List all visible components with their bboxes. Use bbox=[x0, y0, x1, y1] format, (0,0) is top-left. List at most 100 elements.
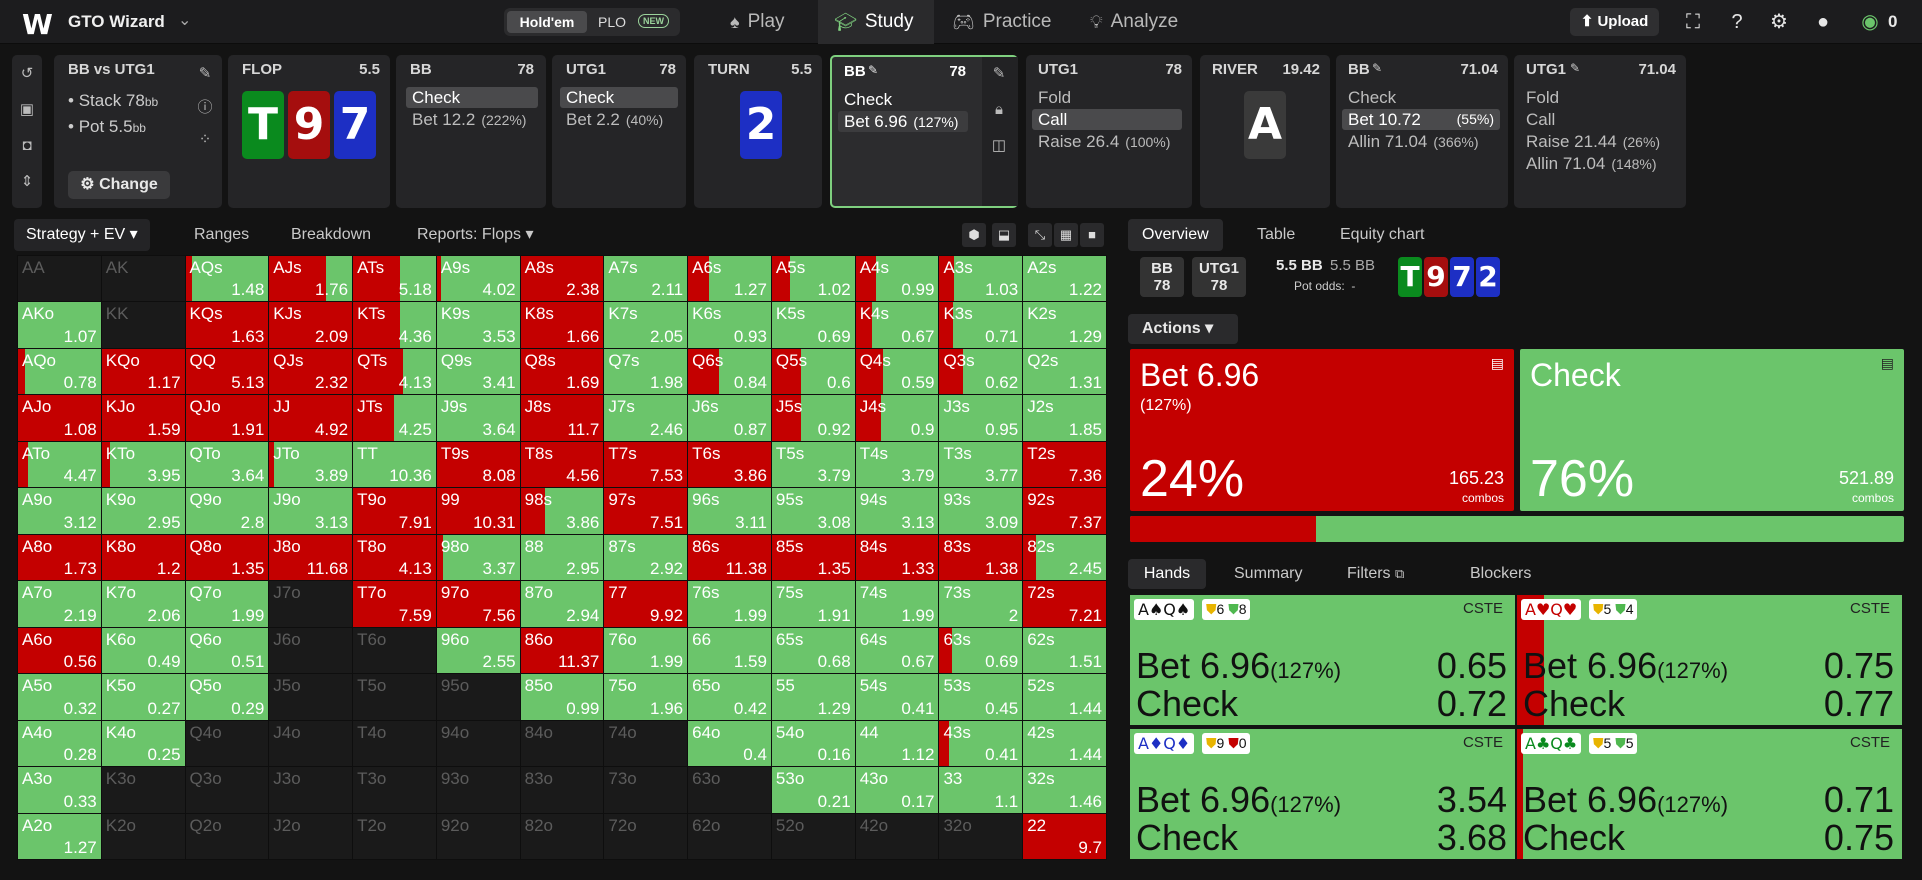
action-check[interactable]: Check bbox=[1342, 87, 1500, 108]
action-bet[interactable]: Bet 6.96 (127%) bbox=[838, 111, 968, 132]
hand-cell[interactable]: K5o 0.27 bbox=[100, 673, 186, 721]
nav-analyze[interactable]: 💡︎ Analyze bbox=[1090, 0, 1220, 44]
hand-cell[interactable]: 92s 7.37 bbox=[1022, 487, 1107, 535]
hand-cell[interactable]: A6o 0.56 bbox=[17, 626, 102, 675]
hand-cell[interactable]: 72s 7.21 bbox=[1022, 580, 1107, 628]
change-button[interactable]: ⚙ Change bbox=[68, 171, 170, 199]
hand-cell[interactable]: 96s 3.11 bbox=[687, 487, 772, 535]
hand-cell[interactable]: Q4o bbox=[184, 719, 270, 768]
hand-cell[interactable]: K3o bbox=[100, 766, 186, 814]
hand-cell[interactable]: J6s 0.87 bbox=[687, 394, 772, 442]
plo-toggle[interactable]: PLO bbox=[598, 11, 626, 33]
tree-node-river[interactable]: RIVER 19.42 A bbox=[1200, 55, 1330, 208]
hand-cell[interactable]: J4o bbox=[268, 719, 354, 768]
action-card-check[interactable]: Check 76% 521.89 combos ▤ bbox=[1520, 349, 1904, 511]
tab-reports[interactable]: Reports: Flops ▾ bbox=[417, 219, 534, 251]
hand-cell[interactable]: J7o bbox=[268, 580, 354, 628]
hand-cell[interactable]: Q9o 2.8 bbox=[184, 487, 270, 535]
hand-cell[interactable]: 32s 1.46 bbox=[1022, 766, 1107, 814]
action-check[interactable]: Check bbox=[838, 89, 968, 110]
hand-cell[interactable]: 95s 3.08 bbox=[770, 487, 856, 535]
hand-cell[interactable]: A8o 1.73 bbox=[17, 533, 102, 582]
hand-cell[interactable]: 33 1.1 bbox=[938, 766, 1024, 814]
hand-cell[interactable]: K7o 2.06 bbox=[100, 580, 186, 628]
hand-cell[interactable]: AJs 1.76 bbox=[268, 254, 354, 303]
action-bet[interactable]: Bet 10.72 (55%) bbox=[1342, 109, 1500, 130]
action-raise[interactable]: Raise 21.44 (26%) bbox=[1520, 131, 1678, 152]
tab-equity-chart[interactable]: Equity chart bbox=[1340, 219, 1424, 251]
hand-cell[interactable]: J9s 3.64 bbox=[435, 394, 521, 442]
tab-table[interactable]: Table bbox=[1257, 219, 1295, 251]
chevron-down-icon[interactable]: ⌄ bbox=[178, 10, 191, 30]
hand-cell[interactable]: ATo 4.47 bbox=[17, 440, 102, 489]
hand-cell[interactable]: 43s 0.41 bbox=[938, 719, 1024, 768]
hand-cell[interactable]: 77 9.92 bbox=[603, 580, 689, 628]
hand-cell[interactable]: KJo 1.59 bbox=[100, 394, 186, 442]
action-fold[interactable]: Fold bbox=[1520, 87, 1678, 108]
nav-study[interactable]: 🎓︎ Study bbox=[818, 0, 934, 44]
hand-cell[interactable]: AQs 1.48 bbox=[184, 254, 270, 303]
hand-combo-card[interactable]: A♣Q♣ ⛊5 ⛊5 CSTE Bet 6.96(127%) 0.71 Check 0.75 bbox=[1517, 729, 1902, 859]
hand-cell[interactable]: 63s 0.69 bbox=[938, 626, 1024, 675]
view-3d-icon[interactable]: ⬢ bbox=[962, 223, 986, 247]
tab-blockers[interactable]: Blockers bbox=[1470, 559, 1531, 589]
hand-cell[interactable]: T4o bbox=[352, 719, 437, 768]
action-raise[interactable]: Raise 26.4 (100%) bbox=[1032, 131, 1182, 152]
hand-cell[interactable]: Q3o bbox=[184, 766, 270, 814]
hand-cell[interactable]: A4o 0.28 bbox=[17, 719, 102, 768]
hand-cell[interactable]: TT 10.36 bbox=[352, 440, 437, 489]
hand-cell[interactable]: Q2o bbox=[184, 812, 270, 860]
hand-cell[interactable]: A7s 2.11 bbox=[603, 254, 689, 303]
action-bet[interactable]: Bet 2.2 (40%) bbox=[560, 109, 678, 130]
hand-cell[interactable]: A4s 0.99 bbox=[854, 254, 940, 303]
hand-cell[interactable]: 93s 3.09 bbox=[938, 487, 1024, 535]
hand-cell[interactable]: K2o bbox=[100, 812, 186, 860]
hand-cell[interactable]: K4s 0.67 bbox=[854, 301, 940, 349]
hand-cell[interactable]: Q2s 1.31 bbox=[1022, 347, 1107, 396]
hand-cell[interactable]: 42o bbox=[854, 812, 940, 860]
hand-cell[interactable]: T4s 3.79 bbox=[854, 440, 940, 489]
hand-cell[interactable]: J9o 3.13 bbox=[268, 487, 354, 535]
hand-cell[interactable]: 42s 1.44 bbox=[1022, 719, 1107, 768]
hand-cell[interactable]: 22 9.7 bbox=[1022, 812, 1107, 860]
hand-cell[interactable]: T9o 7.91 bbox=[352, 487, 437, 535]
gamepad-icon[interactable]: ◘ bbox=[16, 135, 38, 157]
hand-cell[interactable]: Q8o 1.35 bbox=[184, 533, 270, 582]
info-icon[interactable]: ⓘ bbox=[194, 97, 216, 119]
gear-icon[interactable]: ⚙ bbox=[1766, 9, 1792, 35]
hand-cell[interactable]: K5s 0.69 bbox=[770, 301, 856, 349]
hand-cell[interactable]: 84s 1.33 bbox=[854, 533, 940, 582]
hand-cell[interactable]: K4o 0.25 bbox=[100, 719, 186, 768]
reset-icon[interactable]: ↺ bbox=[16, 63, 38, 85]
hand-cell[interactable]: AK bbox=[100, 254, 186, 303]
hand-cell[interactable]: KQo 1.17 bbox=[100, 347, 186, 396]
hand-cell[interactable]: 85s 1.35 bbox=[770, 533, 856, 582]
tab-summary[interactable]: Summary bbox=[1234, 559, 1302, 589]
hand-cell[interactable]: A3o 0.33 bbox=[17, 766, 102, 814]
action-call[interactable]: Call bbox=[1520, 109, 1678, 130]
hand-cell[interactable]: 84o bbox=[519, 719, 605, 768]
hand-cell[interactable]: 87o 2.94 bbox=[519, 580, 605, 628]
hand-cell[interactable]: 82o bbox=[519, 812, 605, 860]
action-call[interactable]: Call bbox=[1032, 109, 1182, 130]
hand-cell[interactable]: KTs 4.36 bbox=[352, 301, 437, 349]
hand-cell[interactable]: 98s 3.86 bbox=[519, 487, 605, 535]
hand-cell[interactable]: 44 1.12 bbox=[854, 719, 940, 768]
hand-cell[interactable]: A9s 4.02 bbox=[435, 254, 521, 303]
hand-cell[interactable]: K6o 0.49 bbox=[100, 626, 186, 675]
hand-cell[interactable]: 53o 0.21 bbox=[770, 766, 856, 814]
hand-cell[interactable]: 52o bbox=[770, 812, 856, 860]
hand-cell[interactable]: T8s 4.56 bbox=[519, 440, 605, 489]
hand-cell[interactable]: 74o bbox=[603, 719, 689, 768]
hand-cell[interactable]: 96o 2.55 bbox=[435, 626, 521, 675]
hand-cell[interactable]: 86o 11.37 bbox=[519, 626, 605, 675]
tree-node-turn[interactable]: TURN 5.5 2 bbox=[694, 55, 822, 208]
hand-cell[interactable]: 75s 1.91 bbox=[770, 580, 856, 628]
hand-cell[interactable]: Q8s 1.69 bbox=[519, 347, 605, 396]
hand-cell[interactable]: K9o 2.95 bbox=[100, 487, 186, 535]
hand-cell[interactable]: A2s 1.22 bbox=[1022, 254, 1107, 303]
tree-node-flop[interactable]: FLOP 5.5 T 9 7 bbox=[228, 55, 390, 208]
hand-cell[interactable]: J3s 0.95 bbox=[938, 394, 1024, 442]
hand-cell[interactable]: 65s 0.68 bbox=[770, 626, 856, 675]
hand-cell[interactable]: AA bbox=[17, 254, 102, 303]
